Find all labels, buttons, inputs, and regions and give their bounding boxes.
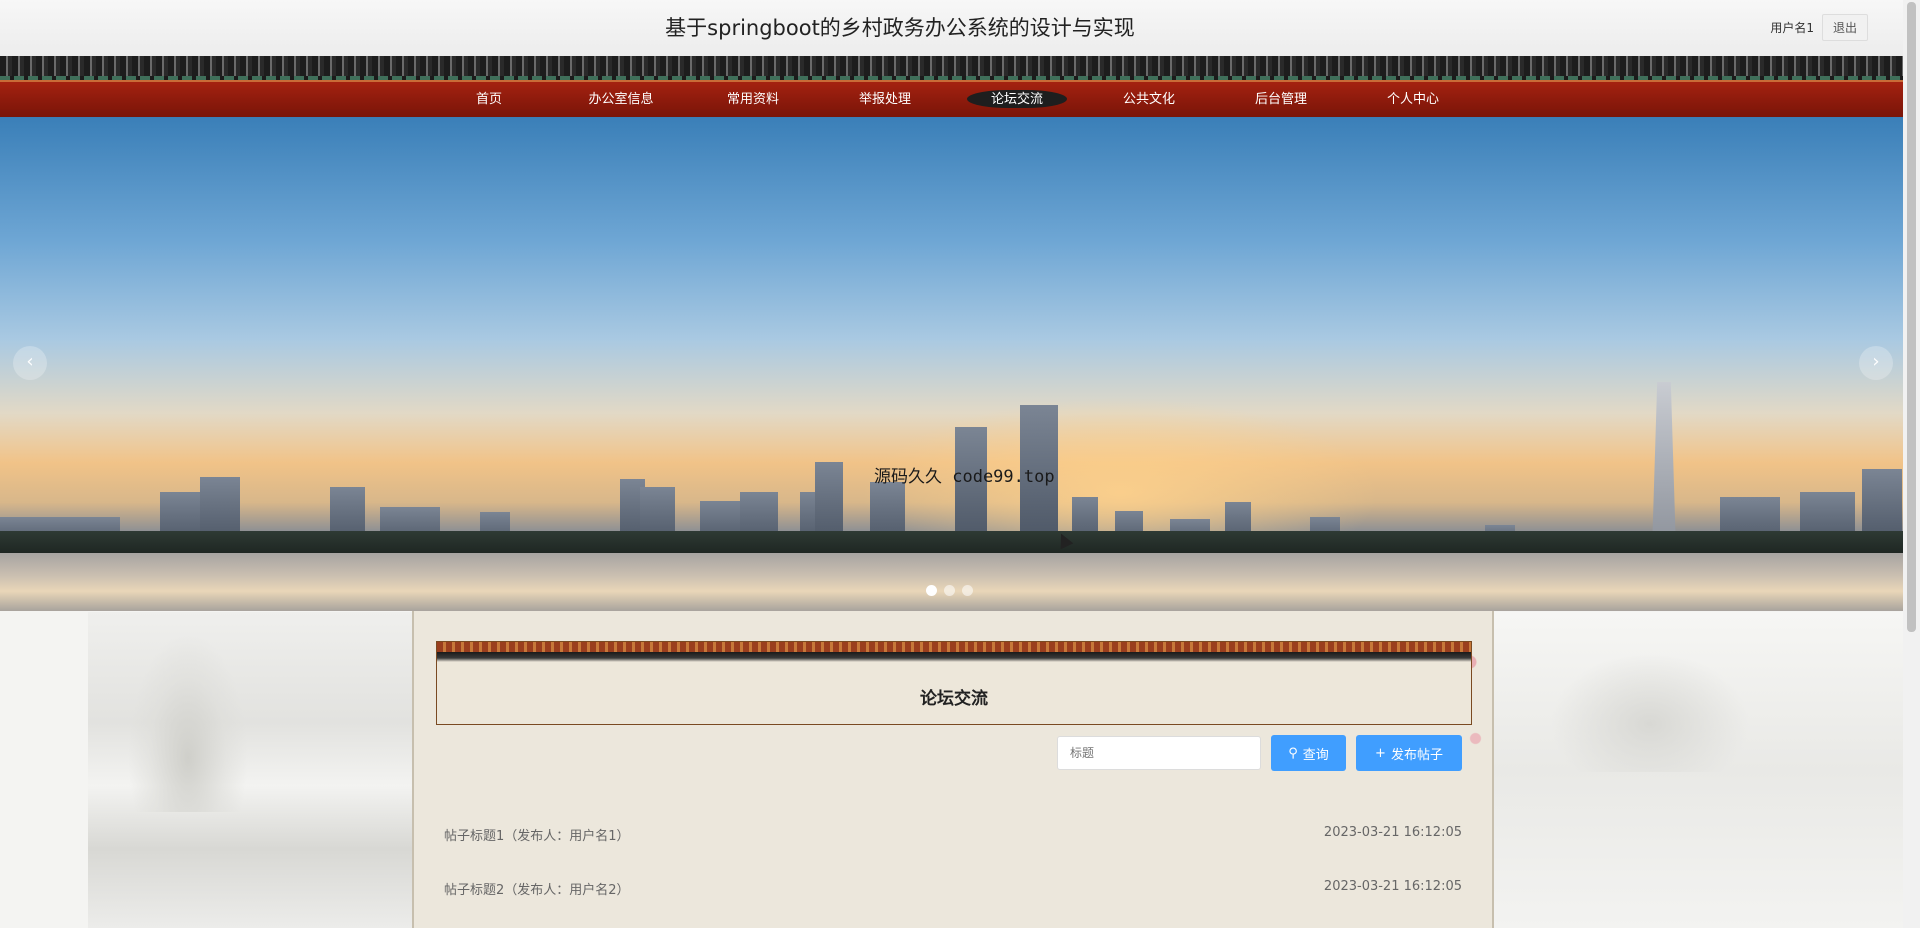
search-icon: ⚲ [1288,745,1298,761]
current-user-name[interactable]: 用户名1 [1770,19,1814,36]
ink-painting-left [88,612,413,928]
carousel-dot-1[interactable] [926,585,937,596]
forum-panel: 论坛交流 ⚲ 查询 + 发布帖子 帖子标题1（发布人：用户名1） 2023-03… [412,611,1494,928]
section-title: 论坛交流 [920,689,988,709]
user-area: 用户名1 退出 [1770,14,1868,41]
site-title: 基于springboot的乡村政务办公系统的设计与实现 [665,16,1135,40]
treeline [0,531,1903,553]
nav-item-forum[interactable]: 论坛交流 [962,82,1072,117]
logout-button[interactable]: 退出 [1821,14,1868,41]
list-item[interactable]: 帖子标题2（发布人：用户名2） 2023-03-21 16:12:05 [444,879,1462,899]
chevron-left-icon[interactable]: ‹ [13,346,47,380]
nav-item-report-handling[interactable]: 举报处理 [830,82,940,117]
ink-painting-right [1490,612,1920,928]
nav-item-public-culture[interactable]: 公共文化 [1094,82,1204,117]
banner-carousel[interactable]: 源码久久 code99.top ‹ › [0,117,1903,611]
publish-post-button[interactable]: + 发布帖子 [1356,735,1462,771]
nav-item-personal-center[interactable]: 个人中心 [1358,82,1468,117]
nav-item-office-info[interactable]: 办公室信息 [566,82,676,117]
nav-item-common-docs[interactable]: 常用资料 [698,82,808,117]
chevron-right-icon[interactable]: › [1859,346,1893,380]
query-button[interactable]: ⚲ 查询 [1271,735,1346,771]
section-title-frame: 论坛交流 [436,641,1472,725]
site-header: 基于springboot的乡村政务办公系统的设计与实现 用户名1 退出 [0,0,1903,58]
page-scrollbar[interactable] [1903,0,1920,928]
main-nav: 首页 办公室信息 常用资料 举报处理 论坛交流 公共文化 后台管理 个人中心 [0,80,1903,119]
nav-item-admin[interactable]: 后台管理 [1226,82,1336,117]
tv-tower [1652,382,1676,547]
roof-tile-decoration [0,56,1903,80]
carousel-indicators [926,585,973,596]
banner-caption: 源码久久 code99.top [874,467,1055,487]
nav-item-home[interactable]: 首页 [434,82,544,117]
search-input[interactable] [1057,736,1261,770]
plus-icon: + [1375,745,1386,761]
post-title[interactable]: 帖子标题2（发布人：用户名2） [444,879,630,898]
carousel-dot-2[interactable] [944,585,955,596]
list-item[interactable]: 帖子标题1（发布人：用户名1） 2023-03-21 16:12:05 [444,825,1462,845]
post-time: 2023-03-21 16:12:05 [1323,825,1462,840]
post-title[interactable]: 帖子标题1（发布人：用户名1） [444,825,630,844]
river-water [0,545,1903,611]
carousel-dot-3[interactable] [962,585,973,596]
post-time: 2023-03-21 16:12:05 [1323,879,1462,894]
search-bar: ⚲ 查询 + 发布帖子 [1057,735,1462,771]
